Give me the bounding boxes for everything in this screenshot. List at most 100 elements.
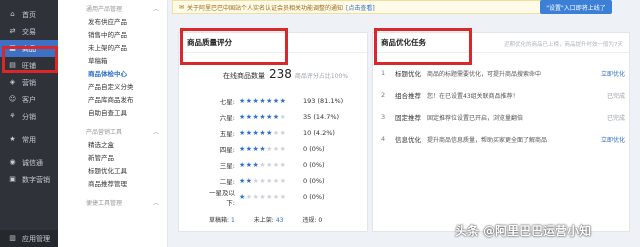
task-name: 组合推荐 xyxy=(395,92,421,100)
submenu-item-g1-3[interactable]: 草稿箱 xyxy=(58,55,167,68)
submenu-item-g1-7[interactable]: 自助自查工具 xyxy=(58,107,167,120)
total-note: 商品评分占比100% xyxy=(294,73,349,80)
page-root: ⌂ 首页 ⇄ 交易 ▦ 商品 ▤ 旺铺 ◈ 营销 ☺ 客户 ⚘ 分销 ★ 常用 ◉ 诚信通 ▣ 数字… xyxy=(0,0,640,247)
sidebar-item-digital[interactable]: ▣ 数字营销 xyxy=(0,171,58,188)
violation-count-link[interactable]: 0 xyxy=(318,217,322,224)
promo-banner[interactable]: "设置"入口即将上线了 xyxy=(540,0,612,14)
submenu-item-g1-2[interactable]: 未上架的产品 xyxy=(58,42,167,55)
sidebar-item-label: 分销 xyxy=(22,112,36,121)
customer-icon: ☺ xyxy=(8,95,17,103)
unlisted-label: 未上架: xyxy=(253,217,274,224)
optimize-task-row: 4 信息优化 提升商品信息质量，帮助买家更全面了解商品 立即优化 xyxy=(381,129,625,149)
optimize-now-link[interactable]: 立即优化 xyxy=(591,135,625,144)
rating-row: 五星: ★★★★★★★ 10 (4.2%) xyxy=(209,127,335,139)
task-completed-status: 已完成 xyxy=(606,114,625,122)
rating-count: 193 (81.1%) xyxy=(303,97,344,105)
integrity-icon: ◉ xyxy=(9,158,16,166)
task-completed-status: 已完成 xyxy=(606,92,625,100)
sidebar-item-distribution[interactable]: ⚘ 分销 xyxy=(0,108,58,125)
sidebar-item-app-manage[interactable]: ▥ 应用管理 xyxy=(0,230,58,247)
sidebar-item-label: 客户 xyxy=(22,95,36,104)
task-name: 标题优化 xyxy=(395,70,421,78)
sidebar-item-home[interactable]: ⌂ 首页 xyxy=(0,6,58,23)
rating-count: 0 (0%) xyxy=(303,177,325,185)
submenu-item-g1-1[interactable]: 销售中的产品 xyxy=(58,29,167,42)
highlight-box-optimize xyxy=(374,28,472,65)
submenu-group-tools[interactable]: 便捷工具管理 ︿ xyxy=(58,194,167,210)
submenu-group-general[interactable]: 通用产品管理 ︿ xyxy=(58,0,167,16)
sidebar-item-customer[interactable]: ☺ 客户 xyxy=(0,91,58,108)
task-number: 4 xyxy=(381,135,386,143)
rating-label: 三星: xyxy=(219,162,235,170)
highlight-box-goods xyxy=(2,46,58,73)
common-icon: ★ xyxy=(9,135,16,143)
sidebar-item-label: 交易 xyxy=(22,27,36,36)
submenu-item-g1-6[interactable]: 产品库商品发布 xyxy=(58,94,167,107)
star-rating-icon: ★★★★★★★ xyxy=(239,193,287,201)
submenu-item-g2-0[interactable]: 精选之盒 xyxy=(58,139,167,152)
submenu-group-title: 通用产品管理 xyxy=(86,5,123,13)
optimize-task-row: 1 标题优化 商品的标题需要优化，可提升商品搜索命中 立即优化 xyxy=(381,63,625,83)
notice-link[interactable]: [点击查看] xyxy=(346,3,375,12)
star-rating-icon: ★★★★★★★ xyxy=(239,161,287,169)
status-counts: 草稿箱: 1 未上架: 43 违规: 0 xyxy=(209,215,325,224)
rating-row: 三星: ★★★★★★★ 0 (0%) xyxy=(209,159,325,171)
task-name: 固定推荐 xyxy=(395,114,421,122)
star-rating-icon: ★★★★★★★ xyxy=(239,177,287,185)
rating-label: 四星: xyxy=(219,146,235,154)
rating-count: 35 (14.7%) xyxy=(303,113,340,121)
online-goods-count: 在线商品数量 238 商品评分占比100% xyxy=(223,67,348,81)
bell-icon: ✉ xyxy=(179,3,185,11)
home-icon: ⌂ xyxy=(10,10,15,18)
task-number: 2 xyxy=(381,91,386,99)
submenu-group-marketing[interactable]: 产品营销工具 ︿ xyxy=(58,123,167,139)
star-rating-icon: ★★★★★★★ xyxy=(239,129,287,137)
task-number: 3 xyxy=(381,113,386,121)
distribution-icon: ⚘ xyxy=(9,112,16,120)
sidebar-item-label: 营销 xyxy=(22,78,36,87)
sidebar-item-common[interactable]: ★ 常用 xyxy=(0,131,58,148)
rating-label: 五星: xyxy=(219,130,235,138)
star-rating-icon: ★★★★★★★ xyxy=(239,113,287,121)
digital-icon: ▣ xyxy=(9,175,16,183)
submenu-item-g1-5[interactable]: 产品自定义分类 xyxy=(58,81,167,94)
rating-row: 一星及以下: ★★★★★★★ 0 (0%) xyxy=(209,189,325,207)
chevron-up-icon: ︿ xyxy=(152,199,159,207)
sidebar-item-trade[interactable]: ⇄ 交易 xyxy=(0,23,58,40)
sidebar-item-label: 首页 xyxy=(22,10,36,19)
marketing-icon: ◈ xyxy=(9,78,16,86)
task-description: 固定推荐位设置已开启，浏览量翻倍 xyxy=(427,114,524,122)
rating-label: 七星: xyxy=(219,98,235,106)
task-description: 商品的标题需要优化，可提升商品搜索命中 xyxy=(427,70,542,78)
submenu-item-g1-0[interactable]: 发布供应产品 xyxy=(58,16,167,29)
rating-count: 10 (4.2%) xyxy=(303,129,335,137)
rating-count: 0 (0%) xyxy=(303,161,325,169)
sidebar-item-integrity[interactable]: ◉ 诚信通 xyxy=(0,154,58,171)
optimize-task-row: 3 固定推荐 固定推荐位设置已开启，浏览量翻倍 已完成 xyxy=(381,107,625,127)
sidebar-item-label: 诚信通 xyxy=(22,158,43,167)
submenu-item-g2-2[interactable]: 标题优化工具 xyxy=(58,165,167,178)
optimize-now-link[interactable]: 立即优化 xyxy=(591,69,625,78)
sidebar-item-marketing[interactable]: ◈ 营销 xyxy=(0,74,58,91)
app-icon: ▥ xyxy=(9,234,16,242)
unlisted-count-link[interactable]: 43 xyxy=(276,217,284,224)
sidebar-item-label: 数字营销 xyxy=(22,175,50,184)
submenu-item-g2-3[interactable]: 商品推荐管理 xyxy=(58,178,167,191)
submenu-item-g1-4[interactable]: 商品体检中心 xyxy=(58,68,167,81)
star-rating-icon: ★★★★★★★ xyxy=(239,97,287,105)
rating-count: 0 (0%) xyxy=(303,193,325,201)
watermark-text: 头条 @阿里巴巴运营小知 xyxy=(455,224,592,238)
draft-label: 草稿箱: xyxy=(209,217,230,224)
rating-label: 六星: xyxy=(219,114,235,122)
submenu-group-title: 产品营销工具 xyxy=(86,128,123,136)
star-rating-icon: ★★★★★★★ xyxy=(239,145,287,153)
rating-row: 四星: ★★★★★★★ 0 (0%) xyxy=(209,143,325,155)
rating-row: 七星: ★★★★★★★ 193 (81.1%) xyxy=(209,95,343,107)
rating-count: 0 (0%) xyxy=(303,145,325,153)
submenu-group-title: 便捷工具管理 xyxy=(86,199,123,207)
trade-icon: ⇄ xyxy=(9,27,16,35)
sidebar-item-label: 应用管理 xyxy=(22,234,50,243)
draft-count-link[interactable]: 1 xyxy=(231,217,235,224)
submenu-item-g2-1[interactable]: 新管产品 xyxy=(58,152,167,165)
notice-text: 关于阿里巴巴中国站个人实名认证会员相关功能调整的通知 xyxy=(187,4,344,12)
